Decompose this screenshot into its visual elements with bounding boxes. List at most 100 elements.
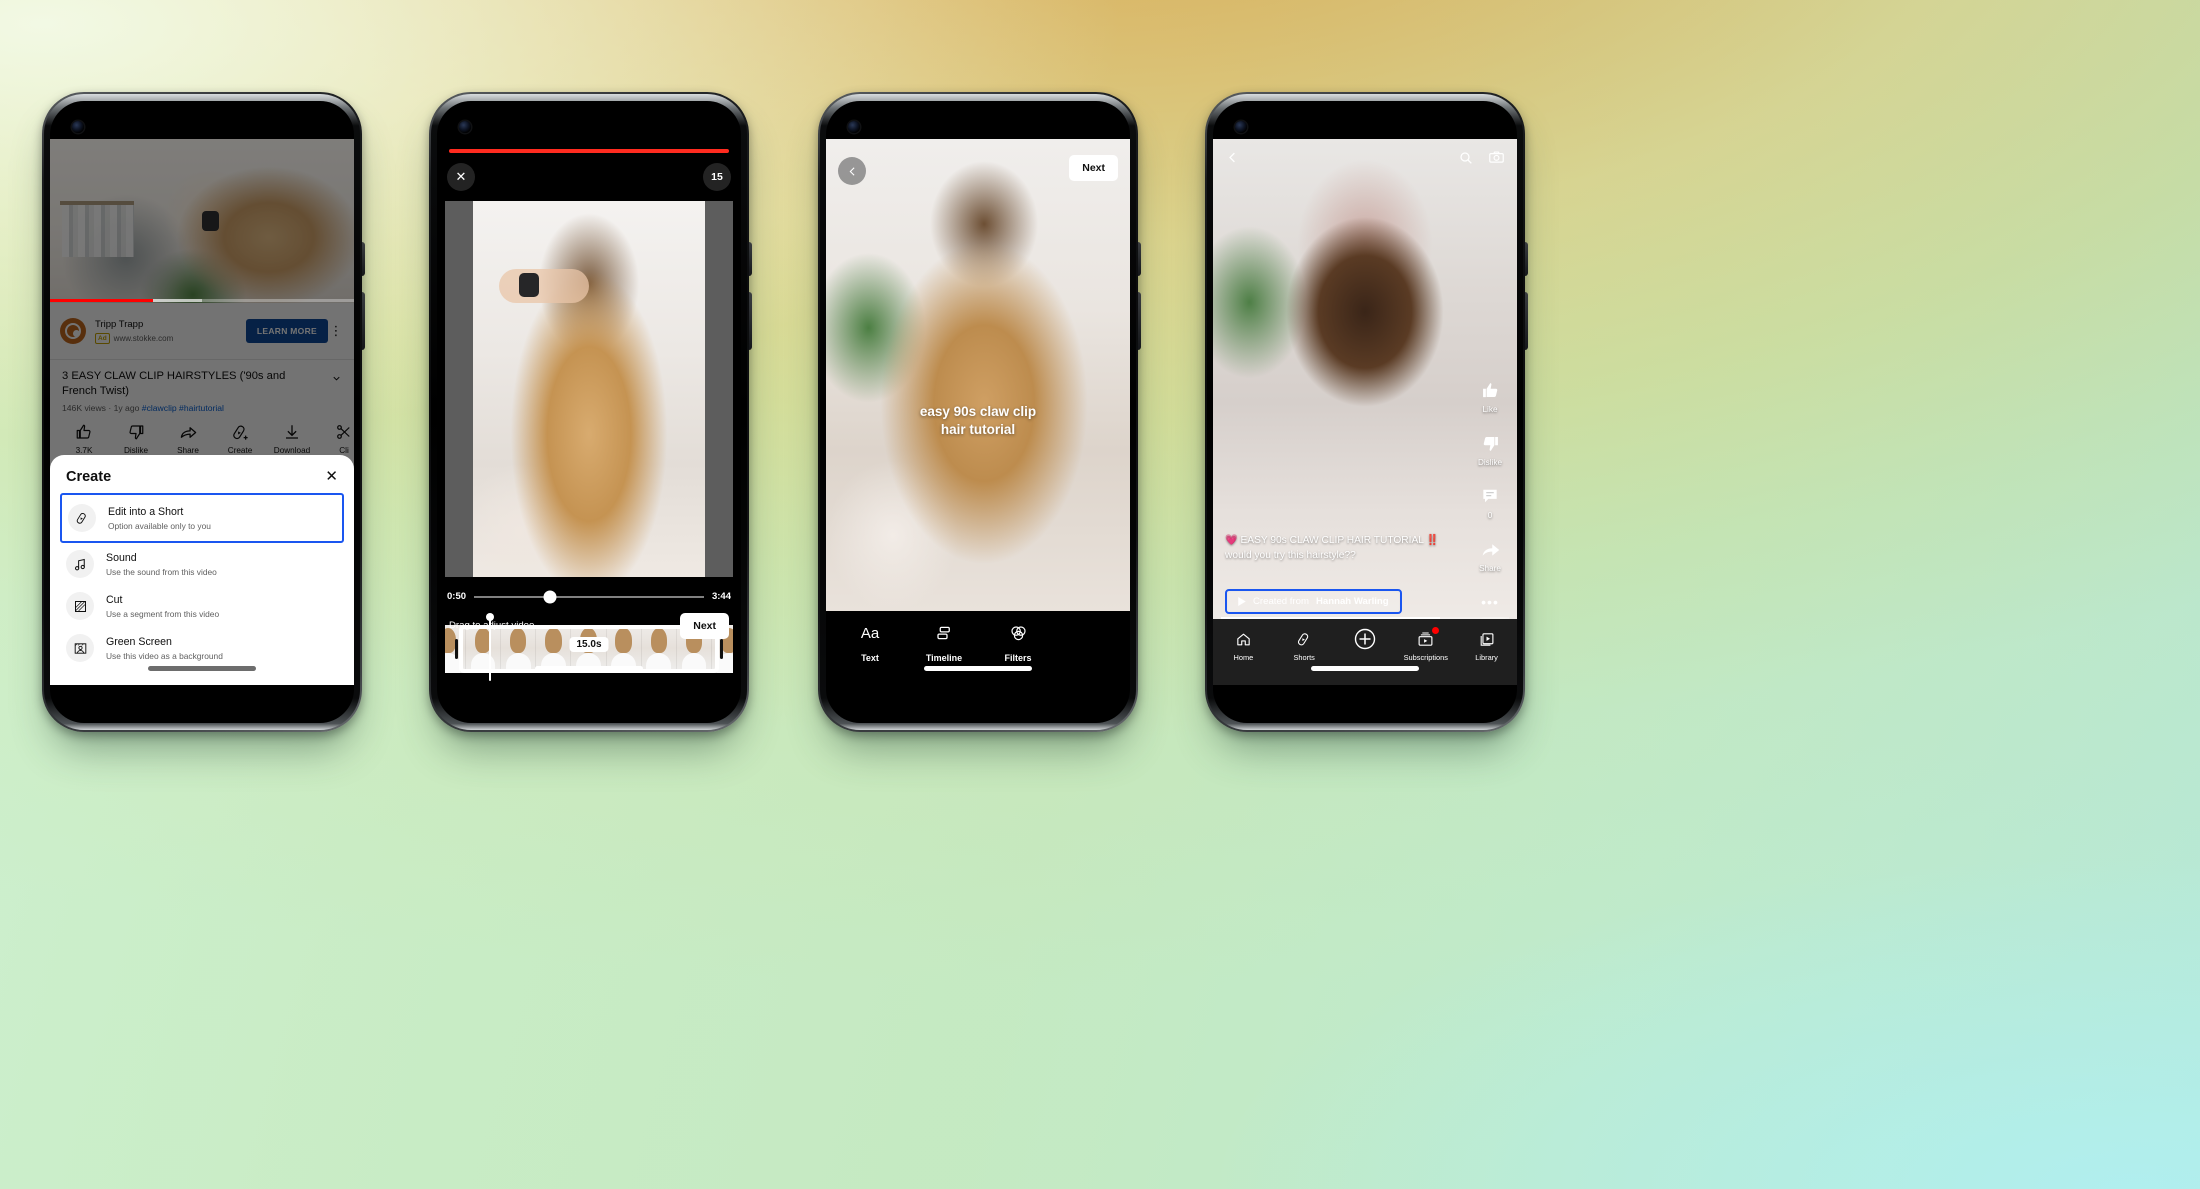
filmstrip-frame <box>445 625 467 673</box>
video-preview[interactable]: Next easy 90s claw clip hair tutorial <box>826 139 1130 611</box>
caption-overlay[interactable]: easy 90s claw clip hair tutorial <box>826 403 1130 439</box>
home-indicator <box>924 666 1032 671</box>
create-option-edit-into-short[interactable]: Edit into a Short Option available only … <box>60 493 344 543</box>
option-title: Sound <box>106 551 137 564</box>
tool-filters[interactable]: Filters <box>992 621 1044 685</box>
shorts-description[interactable]: 💗 EASY 90s CLAW CLIP HAIR TUTORIAL ‼️ wo… <box>1225 533 1455 563</box>
tool-text[interactable]: Aa Text <box>844 621 896 685</box>
timeline-icon <box>918 621 970 645</box>
next-button[interactable]: Next <box>1069 155 1118 181</box>
phone-screen: ✕ 15 0:50 3:44 15.0s Drag to adjust vide… <box>437 139 741 685</box>
bottom-navigation: Home Shorts Subscriptions Library <box>1213 619 1517 685</box>
filmstrip-frame <box>466 625 502 673</box>
phone-side-button <box>1525 242 1528 276</box>
video-progress-bar[interactable] <box>50 299 354 302</box>
phone-side-button <box>749 242 752 276</box>
phone-4-shorts-player: Like Dislike 0 Share ••• 💗 EASY 90s CLAW… <box>1205 92 1528 732</box>
back-button[interactable] <box>838 157 866 185</box>
tool-timeline[interactable]: Timeline <box>918 621 970 685</box>
thumb-up-icon <box>1469 377 1511 403</box>
nav-home-label: Home <box>1233 653 1254 662</box>
phone-bezel: Tripp Trapp Ad www.stokke.com LEARN MORE… <box>50 101 354 723</box>
nav-shorts-label: Shorts <box>1293 653 1315 662</box>
create-option-sound[interactable]: Sound Use the sound from this video <box>50 543 354 585</box>
shorts-share-label: Share <box>1479 564 1501 573</box>
preview-detail-arm <box>499 269 589 303</box>
subscriptions-badge-dot <box>1431 627 1439 634</box>
option-text: Cut Use a segment from this video <box>106 594 219 619</box>
nav-library-label: Library <box>1475 653 1498 662</box>
shorts-dislike-button[interactable]: Dislike <box>1469 430 1511 467</box>
music-note-icon <box>66 550 94 578</box>
scrubber-handle[interactable] <box>543 590 557 603</box>
nav-home[interactable]: Home <box>1213 628 1274 685</box>
phone-bezel: Like Dislike 0 Share ••• 💗 EASY 90s CLAW… <box>1213 101 1517 723</box>
plus-icon <box>1335 628 1396 650</box>
create-bottom-sheet: Create ✕ Edit into a Short Option availa… <box>50 455 354 685</box>
phone-volume-button <box>362 292 365 350</box>
sheet-title: Create <box>66 469 112 485</box>
shorts-more-button[interactable]: ••• <box>1469 589 1511 615</box>
clip-length-label: 15.0s <box>569 637 609 652</box>
nav-shorts[interactable]: Shorts <box>1274 628 1335 685</box>
phone-1-watch-page: Tripp Trapp Ad www.stokke.com LEARN MORE… <box>42 92 365 732</box>
phone-volume-button <box>1138 292 1141 350</box>
close-icon[interactable]: ✕ <box>447 163 475 191</box>
nav-subscriptions[interactable]: Subscriptions <box>1395 627 1456 685</box>
clip-start-time: 0:50 <box>447 591 467 602</box>
phone-screen: Tripp Trapp Ad www.stokke.com LEARN MORE… <box>50 139 354 685</box>
progress-buffer <box>153 299 202 302</box>
back-arrow-icon[interactable] <box>1225 150 1240 165</box>
created-from-chip[interactable]: Created from Hannah Warling <box>1225 589 1402 614</box>
crop-region[interactable] <box>473 201 705 577</box>
shorts-share-button[interactable]: Share <box>1469 536 1511 573</box>
duration-selector-badge[interactable]: 15 <box>703 163 731 191</box>
option-title: Cut <box>106 593 123 606</box>
filmstrip-frame <box>501 625 537 673</box>
option-subtitle: Use this video as a background <box>106 650 223 661</box>
nav-create[interactable] <box>1335 628 1396 685</box>
nav-library[interactable]: Library <box>1456 628 1517 685</box>
home-indicator <box>1311 666 1419 671</box>
text-aa-icon: Aa <box>860 624 880 642</box>
sheet-header: Create ✕ <box>50 455 354 493</box>
option-subtitle: Option available only to you <box>108 520 211 531</box>
caption-line-1: easy 90s claw clip <box>919 404 1037 419</box>
caption-line-2: hair tutorial <box>940 422 1016 437</box>
play-icon <box>1238 597 1246 606</box>
search-icon[interactable] <box>1458 150 1474 166</box>
created-from-channel: Hannah Warling <box>1315 596 1389 607</box>
caption-editor-screen: Next easy 90s claw clip hair tutorial Aa… <box>826 139 1130 685</box>
clip-end-time: 3:44 <box>711 591 731 602</box>
cut-icon <box>66 592 94 620</box>
filters-icon <box>992 621 1044 645</box>
next-button[interactable]: Next <box>680 613 729 639</box>
video-preview[interactable] <box>445 201 733 577</box>
comment-icon <box>1469 483 1511 509</box>
shorts-icon <box>68 504 96 532</box>
more-icon: ••• <box>1481 594 1499 610</box>
option-text: Edit into a Short Option available only … <box>108 506 211 531</box>
scrubber-track[interactable] <box>474 590 704 603</box>
phone-volume-button <box>749 292 752 350</box>
camera-icon[interactable] <box>1488 149 1505 166</box>
nav-subscriptions-label: Subscriptions <box>1403 653 1448 662</box>
tool-text-label: Text <box>861 653 879 663</box>
phone-bezel: Next easy 90s claw clip hair tutorial Aa… <box>826 101 1130 723</box>
created-from-chip-inner: Created from Hannah Warling <box>1228 592 1399 611</box>
create-option-cut[interactable]: Cut Use a segment from this video <box>50 585 354 627</box>
option-subtitle: Use a segment from this video <box>106 608 220 619</box>
shorts-action-rail: Like Dislike 0 Share ••• <box>1469 377 1511 619</box>
shorts-top-bar <box>1213 149 1517 166</box>
close-icon[interactable]: ✕ <box>325 469 338 484</box>
video-player[interactable] <box>50 139 354 303</box>
home-indicator <box>148 666 256 671</box>
tool-timeline-label: Timeline <box>925 653 963 663</box>
shorts-like-button[interactable]: Like <box>1469 377 1511 414</box>
create-option-green-screen[interactable]: Green Screen Use this video as a backgro… <box>50 627 354 669</box>
preview-detail-watch <box>519 273 539 297</box>
home-indicator <box>535 666 643 671</box>
shorts-video[interactable]: Like Dislike 0 Share ••• 💗 EASY 90s CLAW… <box>1213 139 1517 619</box>
phone-2-trim-editor: ✕ 15 0:50 3:44 15.0s Drag to adjust vide… <box>429 92 752 732</box>
shorts-comment-button[interactable]: 0 <box>1469 483 1511 520</box>
